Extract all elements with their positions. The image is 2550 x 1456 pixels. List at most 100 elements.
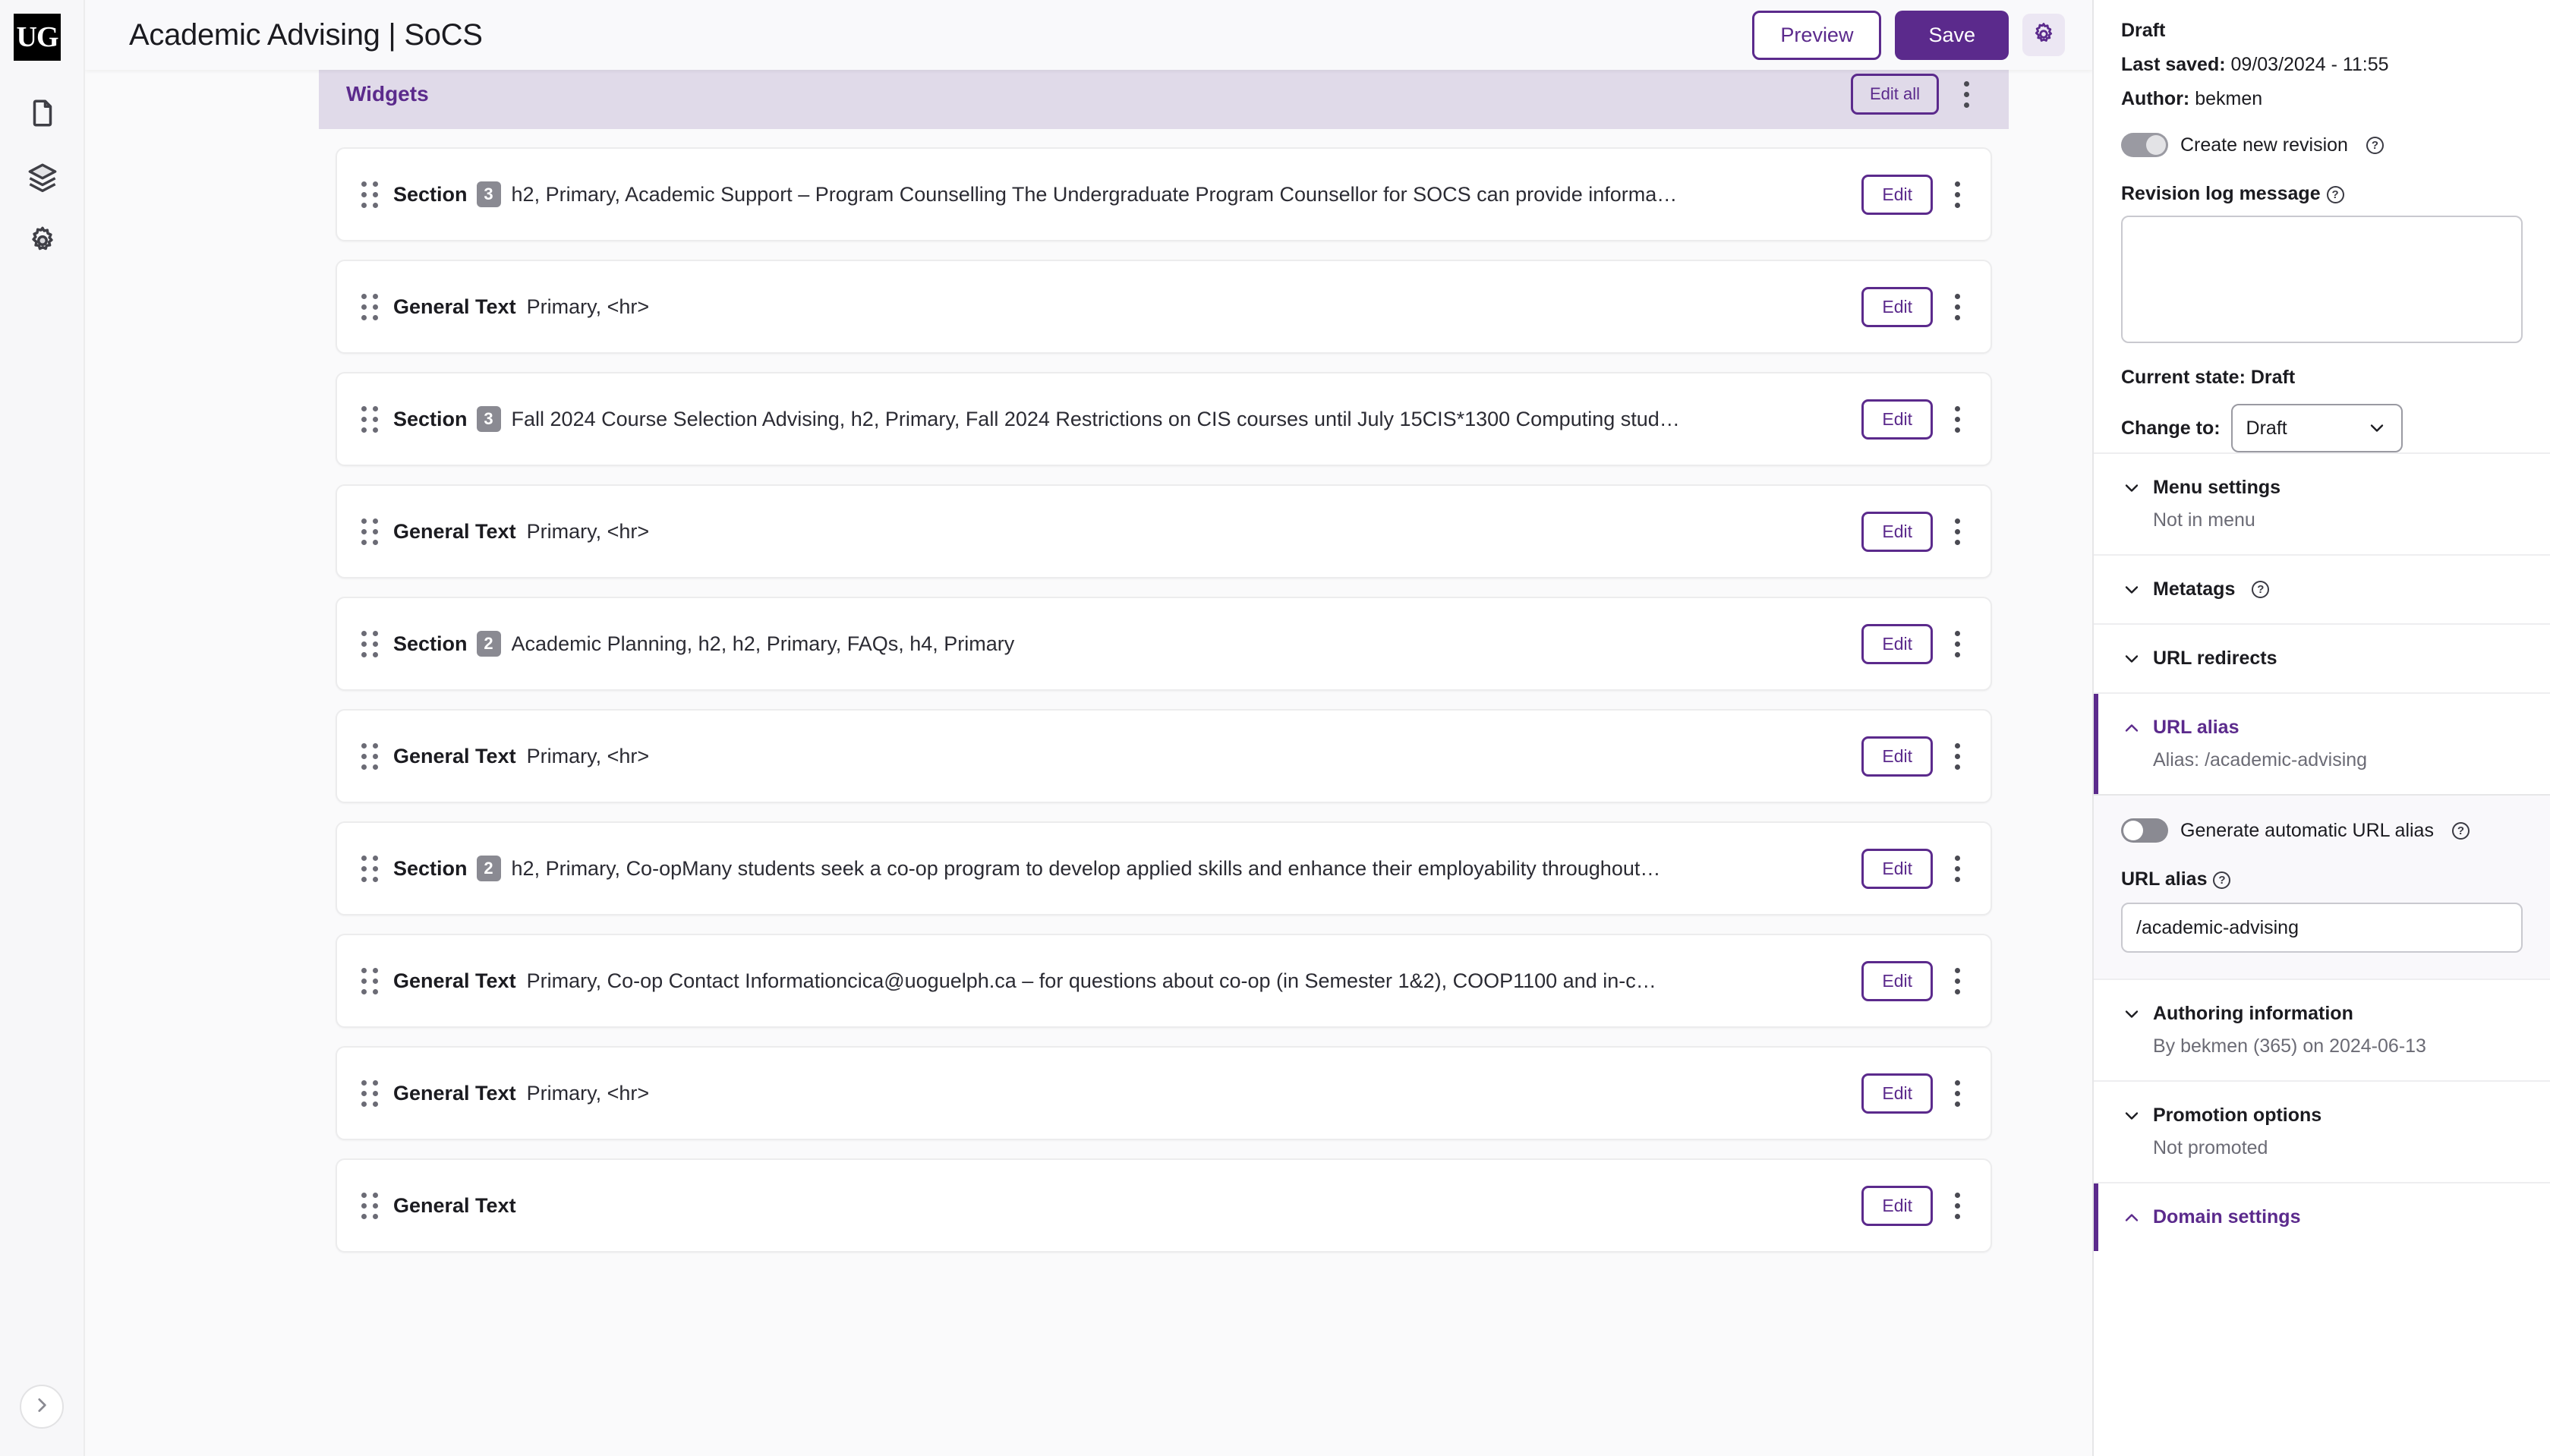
expand-sidebar-button[interactable] (20, 1385, 64, 1429)
edit-button[interactable]: Edit (1861, 511, 1933, 552)
sidebar-section-header[interactable]: Menu settings (2121, 477, 2523, 499)
drag-handle-icon[interactable] (357, 962, 383, 1000)
row-more-options-icon[interactable] (1940, 173, 1974, 216)
edit-button[interactable]: Edit (1861, 736, 1933, 777)
sidebar-section-authoring-information[interactable]: Authoring information By bekmen (365) on … (2094, 979, 2550, 1080)
rail-item-settings[interactable] (0, 219, 85, 266)
change-to-label: Change to: (2121, 417, 2221, 439)
component-type-label: General Text (393, 295, 516, 318)
help-icon[interactable]: ? (2451, 821, 2470, 840)
row-more-options-icon[interactable] (1940, 510, 1974, 553)
component-type-label: Section (393, 407, 468, 430)
sidebar-section-title: URL alias (2153, 717, 2240, 738)
component-row[interactable]: General Text Primary, <hr> Edit (336, 1046, 1992, 1140)
drag-handle-icon[interactable] (357, 400, 383, 438)
sidebar-section-domain-settings[interactable]: Domain settings (2094, 1182, 2550, 1251)
drag-handle-icon[interactable] (357, 737, 383, 775)
component-description: Primary, Co-op Contact Informationcica@u… (526, 969, 1656, 992)
edit-button[interactable]: Edit (1861, 1185, 1933, 1226)
drag-handle-icon[interactable] (357, 625, 383, 663)
component-row[interactable]: Section 3 h2, Primary, Academic Support – … (336, 147, 1992, 241)
revision-log-textarea[interactable] (2121, 216, 2523, 343)
last-saved-row: Last saved: 09/03/2024 - 11:55 (2121, 54, 2523, 76)
right-sidebar: Draft Last saved: 09/03/2024 - 11:55 Aut… (2092, 0, 2550, 1456)
sidebar-section-header[interactable]: Promotion options (2121, 1105, 2523, 1127)
row-more-options-icon[interactable] (1940, 398, 1974, 440)
sidebar-meta-block: Draft Last saved: 09/03/2024 - 11:55 Aut… (2094, 0, 2550, 452)
drag-handle-icon[interactable] (357, 849, 383, 887)
url-alias-field-label-text: URL alias (2121, 868, 2208, 890)
edit-all-button[interactable]: Edit all (1850, 74, 1939, 115)
rail-item-content[interactable] (0, 91, 85, 138)
row-actions: Edit (1846, 622, 1974, 665)
section-header-actions: Edit all (1850, 73, 1983, 115)
sidebar-section-promotion-options[interactable]: Promotion options Not promoted (2094, 1080, 2550, 1182)
sidebar-section-header[interactable]: URL redirects (2121, 648, 2523, 670)
sidebar-section-header[interactable]: Domain settings (2121, 1206, 2523, 1228)
rail-item-layout[interactable] (0, 155, 85, 202)
sidebar-sections-top: Menu settings Not in menu Metatags? URL red… (2094, 452, 2550, 794)
layout-builder-wrapper: Widgets Edit all Section 3 h2, Primary, Ac… (319, 70, 2009, 1253)
edit-button[interactable]: Edit (1861, 623, 1933, 664)
sidebar-section-menu-settings[interactable]: Menu settings Not in menu (2094, 452, 2550, 554)
component-type-label: Section (393, 182, 468, 206)
site-logo[interactable]: UG (14, 14, 61, 61)
sidebar-section-url-redirects[interactable]: URL redirects (2094, 623, 2550, 692)
create-new-revision-toggle[interactable] (2121, 133, 2168, 157)
drag-handle-icon[interactable] (357, 288, 383, 326)
row-actions: Edit (1846, 285, 1974, 328)
settings-button[interactable] (2022, 14, 2065, 56)
component-description: Primary, <hr> (526, 744, 650, 767)
sidebar-section-title: Menu settings (2153, 477, 2281, 498)
author-value: bekmen (2189, 88, 2263, 109)
row-more-options-icon[interactable] (1940, 960, 1974, 1002)
row-more-options-icon[interactable] (1940, 285, 1974, 328)
row-more-options-icon[interactable] (1940, 1184, 1974, 1227)
section-more-options-icon[interactable] (1950, 73, 1983, 115)
sidebar-section-metatags[interactable]: Metatags? (2094, 554, 2550, 623)
generate-automatic-url-alias-toggle[interactable] (2121, 818, 2168, 843)
row-more-options-icon[interactable] (1940, 735, 1974, 777)
component-row[interactable]: General Text Edit (336, 1158, 1992, 1253)
component-row[interactable]: General Text Primary, <hr> Edit (336, 484, 1992, 578)
component-row[interactable]: General Text Primary, Co-op Contact Infor… (336, 934, 1992, 1028)
edit-button[interactable]: Edit (1861, 399, 1933, 440)
save-button[interactable]: Save (1895, 10, 2009, 60)
sidebar-section-header[interactable]: Authoring information (2121, 1003, 2523, 1025)
component-description: h2, Primary, Academic Support – Program … (511, 182, 1678, 206)
sidebar-section-url-alias[interactable]: URL alias Alias: /academic-advising (2094, 692, 2550, 794)
drag-handle-icon[interactable] (357, 512, 383, 550)
last-saved-label: Last saved: (2121, 54, 2226, 75)
help-icon[interactable]: ? (2326, 185, 2344, 203)
drag-handle-icon[interactable] (357, 175, 383, 213)
sidebar-section-summary: Not in menu (2153, 509, 2255, 531)
preview-button[interactable]: Preview (1752, 10, 1882, 60)
component-row[interactable]: Section 2 Academic Planning, h2, h2, Prima… (336, 597, 1992, 691)
component-row[interactable]: Section 3 Fall 2024 Course Selection Advis… (336, 372, 1992, 466)
drag-handle-icon[interactable] (357, 1187, 383, 1224)
edit-button[interactable]: Edit (1861, 848, 1933, 889)
chevron-down-icon (2121, 579, 2142, 600)
edit-button[interactable]: Edit (1861, 960, 1933, 1001)
help-icon[interactable]: ? (2366, 136, 2384, 154)
change-to-select[interactable]: Draft (2230, 404, 2403, 452)
edit-button[interactable]: Edit (1861, 174, 1933, 215)
help-icon[interactable]: ? (2213, 871, 2231, 889)
url-alias-input[interactable] (2121, 903, 2523, 953)
row-actions: Edit (1846, 1184, 1974, 1227)
app-root: UG Academic Advising | SoCS Preview Save… (0, 0, 2550, 1456)
component-row[interactable]: General Text Primary, <hr> Edit (336, 709, 1992, 803)
sidebar-section-header[interactable]: URL alias (2121, 717, 2523, 739)
component-row[interactable]: Section 2 h2, Primary, Co-opMany students … (336, 821, 1992, 916)
help-icon[interactable]: ? (2252, 581, 2270, 598)
edit-button[interactable]: Edit (1861, 286, 1933, 327)
component-description: Fall 2024 Course Selection Advising, h2,… (511, 407, 1680, 430)
row-more-options-icon[interactable] (1940, 622, 1974, 665)
row-more-options-icon[interactable] (1940, 847, 1974, 890)
component-row[interactable]: General Text Primary, <hr> Edit (336, 260, 1992, 354)
row-more-options-icon[interactable] (1940, 1072, 1974, 1114)
sidebar-section-header[interactable]: Metatags? (2121, 578, 2523, 600)
component-rows: Section 3 h2, Primary, Academic Support – … (319, 129, 2009, 1253)
edit-button[interactable]: Edit (1861, 1073, 1933, 1114)
drag-handle-icon[interactable] (357, 1074, 383, 1112)
